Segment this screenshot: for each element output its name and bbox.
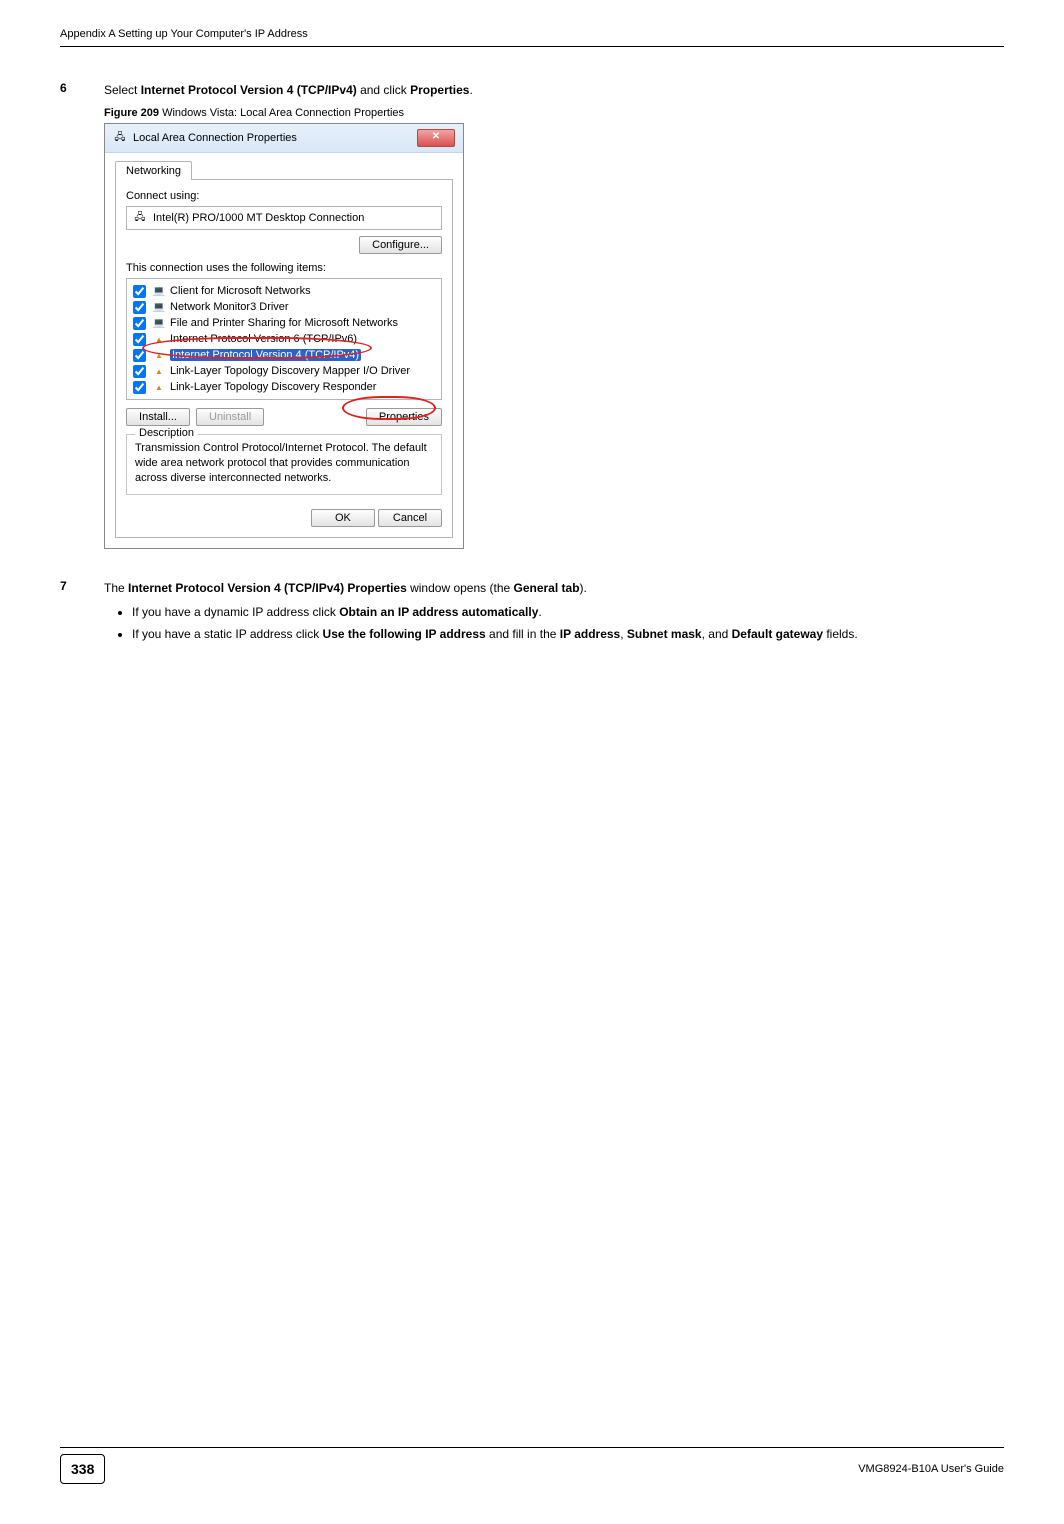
- t: .: [469, 83, 472, 97]
- t: , and: [702, 627, 732, 641]
- t: Internet Protocol Version 4 (TCP/IPv4): [141, 83, 357, 97]
- description-text: Transmission Control Protocol/Internet P…: [135, 441, 433, 486]
- network-icon: [113, 131, 127, 145]
- content: 6 Select Internet Protocol Version 4 (TC…: [0, 47, 1064, 644]
- list-item: File and Printer Sharing for Microsoft N…: [131, 315, 437, 331]
- description-title: Description: [135, 427, 198, 439]
- figure-title: Windows Vista: Local Area Connection Pro…: [159, 107, 404, 119]
- t: window opens (the: [407, 581, 514, 595]
- properties-button[interactable]: Properties: [366, 408, 442, 426]
- t: If you have a dynamic IP address click: [132, 605, 339, 619]
- dialog-footer: OK Cancel: [126, 503, 442, 527]
- item-checkbox[interactable]: [133, 317, 146, 330]
- connect-using-label: Connect using:: [126, 190, 442, 202]
- item-label[interactable]: File and Printer Sharing for Microsoft N…: [170, 317, 398, 329]
- page-number: 338: [60, 1454, 105, 1484]
- item-label[interactable]: Link-Layer Topology Discovery Mapper I/O…: [170, 365, 410, 377]
- step-number: 7: [60, 579, 104, 597]
- list-item: Internet Protocol Version 4 (TCP/IPv4): [131, 347, 437, 363]
- list-item: Link-Layer Topology Discovery Responder: [131, 379, 437, 395]
- bullet-item: If you have a dynamic IP address click O…: [132, 603, 1004, 622]
- local-area-connection-properties-dialog: Local Area Connection Properties ✕ Netwo…: [104, 123, 464, 549]
- bullet-item: If you have a static IP address click Us…: [132, 625, 1004, 644]
- t: General tab: [514, 581, 580, 595]
- item-checkbox[interactable]: [133, 333, 146, 346]
- install-button[interactable]: Install...: [126, 408, 190, 426]
- item-checkbox[interactable]: [133, 365, 146, 378]
- cancel-button[interactable]: Cancel: [378, 509, 442, 527]
- driver-icon: [152, 300, 166, 314]
- t: Use the following IP address: [323, 627, 486, 641]
- figure-caption: Figure 209 Windows Vista: Local Area Con…: [104, 107, 1004, 119]
- t: fields.: [823, 627, 858, 641]
- close-button[interactable]: ✕: [417, 129, 455, 147]
- list-item: Network Monitor3 Driver: [131, 299, 437, 315]
- page-footer: 338 VMG8924-B10A User's Guide: [60, 1441, 1004, 1484]
- protocol-icon: [152, 380, 166, 394]
- dialog-title: Local Area Connection Properties: [133, 132, 297, 144]
- t: If you have a static IP address click: [132, 627, 323, 641]
- adapter-name: Intel(R) PRO/1000 MT Desktop Connection: [153, 212, 364, 224]
- item-checkbox[interactable]: [133, 381, 146, 394]
- t: Select: [104, 83, 141, 97]
- item-checkbox[interactable]: [133, 301, 146, 314]
- t: Internet Protocol Version 4 (TCP/IPv4) P…: [128, 581, 407, 595]
- page-header: Appendix A Setting up Your Computer's IP…: [0, 0, 1064, 44]
- item-label[interactable]: Client for Microsoft Networks: [170, 285, 311, 297]
- adapter-box: Intel(R) PRO/1000 MT Desktop Connection: [126, 206, 442, 230]
- dialog-titlebar: Local Area Connection Properties ✕: [105, 124, 463, 153]
- networking-tab[interactable]: Networking: [115, 161, 192, 180]
- protocol-icon: [152, 348, 166, 362]
- protocol-icon: [152, 364, 166, 378]
- client-icon: [152, 284, 166, 298]
- header-left: Appendix A Setting up Your Computer's IP…: [60, 28, 308, 40]
- item-checkbox[interactable]: [133, 285, 146, 298]
- t: Default gateway: [732, 627, 823, 641]
- item-label-selected[interactable]: Internet Protocol Version 4 (TCP/IPv4): [170, 349, 361, 361]
- t: and click: [357, 83, 410, 97]
- step-text: The Internet Protocol Version 4 (TCP/IPv…: [104, 579, 1004, 597]
- t: The: [104, 581, 128, 595]
- item-label[interactable]: Internet Protocol Version 6 (TCP/IPv6): [170, 333, 357, 345]
- adapter-icon: [133, 211, 147, 225]
- step-7: 7 The Internet Protocol Version 4 (TCP/I…: [60, 579, 1004, 597]
- ok-button[interactable]: OK: [311, 509, 375, 527]
- dialog-body: Networking Connect using: Intel(R) PRO/1…: [105, 153, 463, 548]
- t: IP address: [560, 627, 620, 641]
- step-6: 6 Select Internet Protocol Version 4 (TC…: [60, 81, 1004, 99]
- t: .: [538, 605, 541, 619]
- bullet-list: If you have a dynamic IP address click O…: [104, 603, 1004, 644]
- footer-rule: [60, 1447, 1004, 1448]
- list-item: Internet Protocol Version 6 (TCP/IPv6): [131, 331, 437, 347]
- sharing-icon: [152, 316, 166, 330]
- item-label[interactable]: Network Monitor3 Driver: [170, 301, 289, 313]
- step-text: Select Internet Protocol Version 4 (TCP/…: [104, 81, 1004, 99]
- t: Properties: [410, 83, 469, 97]
- list-item: Client for Microsoft Networks: [131, 283, 437, 299]
- configure-button[interactable]: Configure...: [359, 236, 442, 254]
- guide-name: VMG8924-B10A User's Guide: [858, 1463, 1004, 1475]
- protocol-icon: [152, 332, 166, 346]
- list-item: Link-Layer Topology Discovery Mapper I/O…: [131, 363, 437, 379]
- items-label: This connection uses the following items…: [126, 262, 442, 274]
- description-group: Description Transmission Control Protoco…: [126, 434, 442, 495]
- t: ).: [580, 581, 587, 595]
- t: and fill in the: [486, 627, 560, 641]
- step-number: 6: [60, 81, 104, 99]
- figure-number: Figure 209: [104, 107, 159, 119]
- uninstall-button: Uninstall: [196, 408, 264, 426]
- button-row: Install... Uninstall Properties: [126, 408, 442, 426]
- tab-panel: Connect using: Intel(R) PRO/1000 MT Desk…: [115, 179, 453, 538]
- t: Subnet mask: [627, 627, 702, 641]
- t: ,: [620, 627, 627, 641]
- t: Obtain an IP address automatically: [339, 605, 538, 619]
- item-label[interactable]: Link-Layer Topology Discovery Responder: [170, 381, 376, 393]
- items-list: Client for Microsoft Networks Network Mo…: [126, 278, 442, 400]
- item-checkbox[interactable]: [133, 349, 146, 362]
